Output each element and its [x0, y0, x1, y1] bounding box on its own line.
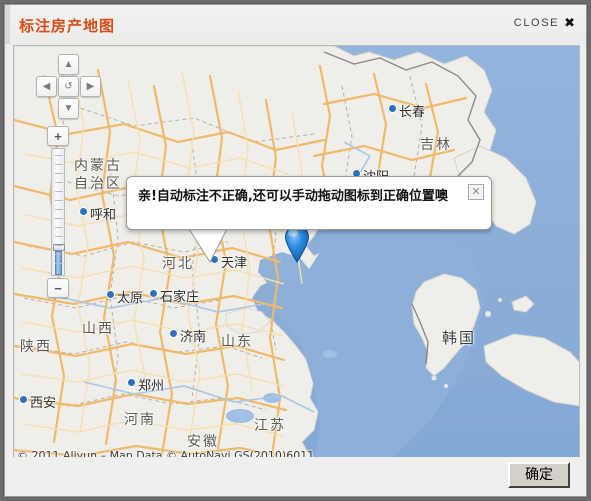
- pan-right-button[interactable]: ▶: [80, 76, 101, 97]
- page-title: 标注房产地图: [19, 18, 116, 35]
- zoom-slider-tick: [55, 182, 63, 183]
- zoom-slider-tick: [55, 173, 63, 174]
- confirm-button[interactable]: 确定: [508, 462, 570, 488]
- zoom-slider-tick: [55, 236, 63, 237]
- zoom-slider-tick: [55, 227, 63, 228]
- map-dialog: 标注房产地图 CLOSE ✖ 长春 吉林 内蒙古 自治区 呼和 河北 天津 太原…: [4, 4, 587, 497]
- zoom-in-button[interactable]: +: [47, 126, 69, 146]
- info-callout: 亲!自动标注不正确,还可以手动拖动图标到正确位置噢 ✕: [126, 176, 492, 230]
- arrow-left-icon: ◀: [42, 80, 51, 92]
- plus-icon: +: [54, 128, 62, 144]
- map-zoom-control[interactable]: + −: [47, 126, 73, 298]
- zoom-slider-tick: [55, 218, 63, 219]
- arrow-right-icon: ▶: [86, 80, 95, 92]
- zoom-slider-tick: [55, 200, 63, 201]
- arrow-up-icon: ▲: [63, 58, 74, 70]
- zoom-slider-tick: [55, 263, 63, 264]
- titlebar-accent-stripe: [5, 5, 10, 44]
- screen: 标注房产地图 CLOSE ✖ 长春 吉林 内蒙古 自治区 呼和 河北 天津 太原…: [0, 0, 591, 501]
- zoom-slider-tick: [55, 191, 63, 192]
- pan-center-button[interactable]: ↺: [58, 76, 79, 97]
- zoom-slider-tick: [55, 155, 63, 156]
- pan-left-button[interactable]: ◀: [36, 76, 57, 97]
- arrow-down-icon: ▼: [63, 102, 74, 114]
- close-button[interactable]: CLOSE ✖: [514, 16, 575, 29]
- callout-close-icon: ✕: [471, 185, 481, 198]
- map-viewport[interactable]: 长春吉林沈阳内蒙古自治区呼和河北天津太原石家庄山西济南山东陕西郑州西安河南江苏安…: [13, 45, 580, 465]
- close-button-label: CLOSE: [513, 16, 560, 29]
- zoom-out-button[interactable]: −: [47, 278, 69, 298]
- pan-down-button[interactable]: ▼: [58, 98, 79, 119]
- callout-message: 亲!自动标注不正确,还可以手动拖动图标到正确位置噢: [138, 189, 448, 204]
- zoom-slider-tick: [55, 164, 63, 165]
- map-pan-control[interactable]: ▲ ◀ ↺ ▶ ▼: [36, 54, 102, 120]
- dialog-titlebar: 标注房产地图 CLOSE ✖: [5, 5, 586, 44]
- zoom-slider-tick: [55, 245, 63, 246]
- close-icon: ✖: [564, 15, 575, 30]
- zoom-slider-track[interactable]: [51, 148, 65, 276]
- zoom-slider-tick: [55, 254, 63, 255]
- pan-up-button[interactable]: ▲: [58, 54, 79, 75]
- callout-close-button[interactable]: ✕: [468, 184, 484, 200]
- zoom-slider-tick: [55, 209, 63, 210]
- recenter-icon: ↺: [64, 80, 73, 92]
- minus-icon: −: [54, 280, 62, 296]
- dialog-footer: 确定: [5, 457, 586, 496]
